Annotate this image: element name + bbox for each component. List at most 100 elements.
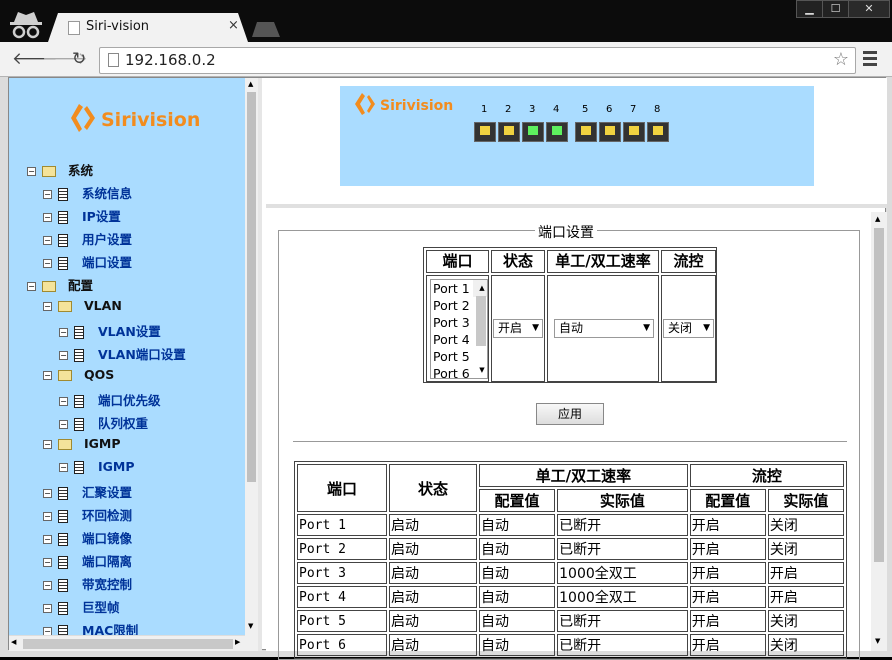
sidebar-item[interactable]: − 系统信息 xyxy=(43,183,132,203)
scroll-thumb[interactable] xyxy=(476,296,486,346)
sidebar-item[interactable]: − 环回检测 xyxy=(43,505,132,525)
scroll-thumb[interactable] xyxy=(874,228,884,562)
port-listbox[interactable]: Port 1 Port 2 Port 3 Port 4 Port 5 Port … xyxy=(430,279,488,379)
sidebar-item[interactable]: − 巨型帧 xyxy=(43,597,120,617)
collapse-icon[interactable]: − xyxy=(43,236,52,245)
collapse-icon[interactable]: − xyxy=(43,604,52,613)
sidebar-item[interactable]: − 用户设置 xyxy=(43,229,132,249)
sidebar-item-label[interactable]: 端口优先级 xyxy=(98,393,161,408)
sidebar-item[interactable]: − 配置 xyxy=(27,275,93,295)
ethernet-port-icon[interactable] xyxy=(575,122,597,142)
scroll-thumb[interactable] xyxy=(247,92,256,482)
scroll-up-icon[interactable]: ▲ xyxy=(475,280,487,292)
sidebar-item-label[interactable]: 汇聚设置 xyxy=(82,485,132,500)
flow-select[interactable]: 关闭 ▼ xyxy=(663,319,714,338)
sidebar-item-label[interactable]: 端口隔离 xyxy=(82,554,132,569)
collapse-icon[interactable]: − xyxy=(43,489,52,498)
scroll-up-icon[interactable]: ▲ xyxy=(875,215,880,223)
sidebar-item[interactable]: − IP设置 xyxy=(43,206,121,226)
sidebar-item[interactable]: − 端口优先级 xyxy=(59,390,161,410)
star-icon[interactable]: ☆ xyxy=(833,49,849,70)
collapse-icon[interactable]: − xyxy=(59,397,68,406)
scroll-down-icon[interactable]: ▼ xyxy=(248,622,253,630)
sidebar-hscrollbar[interactable]: ◀ ▶ xyxy=(9,635,245,651)
sidebar-item[interactable]: − VLAN设置 xyxy=(59,321,161,341)
state-select[interactable]: 开启 ▼ xyxy=(493,319,543,338)
sidebar-item-label[interactable]: 系统 xyxy=(68,163,93,178)
ethernet-port-icon[interactable] xyxy=(522,122,544,142)
sidebar-item[interactable]: − 端口隔离 xyxy=(43,551,132,571)
ethernet-port-icon[interactable] xyxy=(498,122,520,142)
sidebar-item-label[interactable]: IGMP xyxy=(98,459,135,474)
sidebar-item-label[interactable]: IGMP xyxy=(84,436,121,451)
sidebar-item-label[interactable]: 队列权重 xyxy=(98,416,148,431)
url-text[interactable]: 192.168.0.2 xyxy=(125,51,216,69)
sidebar-item[interactable]: − 带宽控制 xyxy=(43,574,132,594)
collapse-icon[interactable]: − xyxy=(59,328,68,337)
sidebar-item[interactable]: − 队列权重 xyxy=(59,413,148,433)
sidebar-item[interactable]: − 汇聚设置 xyxy=(43,482,132,502)
sidebar-item-label[interactable]: 端口镜像 xyxy=(82,531,132,546)
sidebar-item[interactable]: − 系统 xyxy=(27,160,93,180)
close-icon[interactable]: × xyxy=(228,18,239,33)
collapse-icon[interactable]: − xyxy=(43,512,52,521)
scroll-up-icon[interactable]: ▲ xyxy=(248,80,253,88)
ethernet-port-icon[interactable] xyxy=(546,122,568,142)
ethernet-port-icon[interactable] xyxy=(599,122,621,142)
new-tab-button[interactable] xyxy=(252,22,280,37)
collapse-icon[interactable]: − xyxy=(59,463,68,472)
apply-button[interactable]: 应用 xyxy=(536,403,604,425)
collapse-icon[interactable]: − xyxy=(27,282,36,291)
sidebar-item-label[interactable]: QOS xyxy=(84,367,114,382)
collapse-icon[interactable]: − xyxy=(43,558,52,567)
scroll-left-icon[interactable]: ◀ xyxy=(11,638,16,646)
collapse-icon[interactable]: − xyxy=(43,535,52,544)
sidebar-item-label[interactable]: 环回检测 xyxy=(82,508,132,523)
sidebar-item-label[interactable]: 系统信息 xyxy=(82,186,132,201)
speed-select[interactable]: 自动 ▼ xyxy=(554,319,654,338)
sidebar-item-label[interactable]: IP设置 xyxy=(82,209,121,224)
collapse-icon[interactable]: − xyxy=(43,213,52,222)
sidebar-item[interactable]: − 端口设置 xyxy=(43,252,132,272)
sidebar-item-label[interactable]: VLAN xyxy=(84,298,122,313)
sidebar-item[interactable]: − IGMP xyxy=(43,436,121,456)
collapse-icon[interactable]: − xyxy=(27,167,36,176)
sidebar-item[interactable]: − IGMP xyxy=(59,459,135,479)
sidebar-scrollbar[interactable]: ▲ ▼ xyxy=(245,78,258,651)
ethernet-port-icon[interactable] xyxy=(474,122,496,142)
sidebar-item-label[interactable]: VLAN设置 xyxy=(98,324,161,339)
sidebar-item-label[interactable]: 配置 xyxy=(68,278,93,293)
sidebar-item-label[interactable]: VLAN端口设置 xyxy=(98,347,186,362)
collapse-icon[interactable]: − xyxy=(43,581,52,590)
sidebar-item-label[interactable]: 端口设置 xyxy=(82,255,132,270)
sidebar-item[interactable]: − VLAN端口设置 xyxy=(59,344,186,364)
scroll-down-icon[interactable]: ▼ xyxy=(475,362,487,378)
sidebar-item[interactable]: − 端口镜像 xyxy=(43,528,132,548)
collapse-icon[interactable]: − xyxy=(43,302,52,311)
collapse-icon[interactable]: − xyxy=(59,351,68,360)
listbox-scrollbar[interactable]: ▲ ▼ xyxy=(473,280,487,374)
collapse-icon[interactable]: − xyxy=(43,190,52,199)
scroll-right-icon[interactable]: ▶ xyxy=(235,638,240,646)
hscroll-thumb[interactable] xyxy=(23,639,233,649)
menu-icon[interactable] xyxy=(863,51,877,69)
address-bar[interactable]: 192.168.0.2 ☆ xyxy=(99,47,856,74)
sidebar-item-label[interactable]: 用户设置 xyxy=(82,232,132,247)
tab-active[interactable]: Siri-vision × xyxy=(48,13,248,42)
ethernet-port-icon[interactable] xyxy=(623,122,645,142)
reload-icon[interactable]: ↻ xyxy=(72,49,86,69)
collapse-icon[interactable]: − xyxy=(43,259,52,268)
maximize-button[interactable]: ☐ xyxy=(822,0,849,18)
minimize-button[interactable]: ▁ xyxy=(796,0,823,18)
scroll-down-icon[interactable]: ▼ xyxy=(875,637,880,645)
sidebar-item[interactable]: − QOS xyxy=(43,367,114,387)
ethernet-port-icon[interactable] xyxy=(647,122,669,142)
sidebar-item[interactable]: − VLAN xyxy=(43,298,122,318)
collapse-icon[interactable]: − xyxy=(43,371,52,380)
main-scrollbar[interactable]: ▲ ▼ xyxy=(871,212,887,651)
sidebar-item-label[interactable]: 巨型帧 xyxy=(82,600,120,615)
collapse-icon[interactable]: − xyxy=(59,420,68,429)
close-window-button[interactable]: ✕ xyxy=(848,0,890,18)
sidebar-item-label[interactable]: 带宽控制 xyxy=(82,577,132,592)
collapse-icon[interactable]: − xyxy=(43,440,52,449)
